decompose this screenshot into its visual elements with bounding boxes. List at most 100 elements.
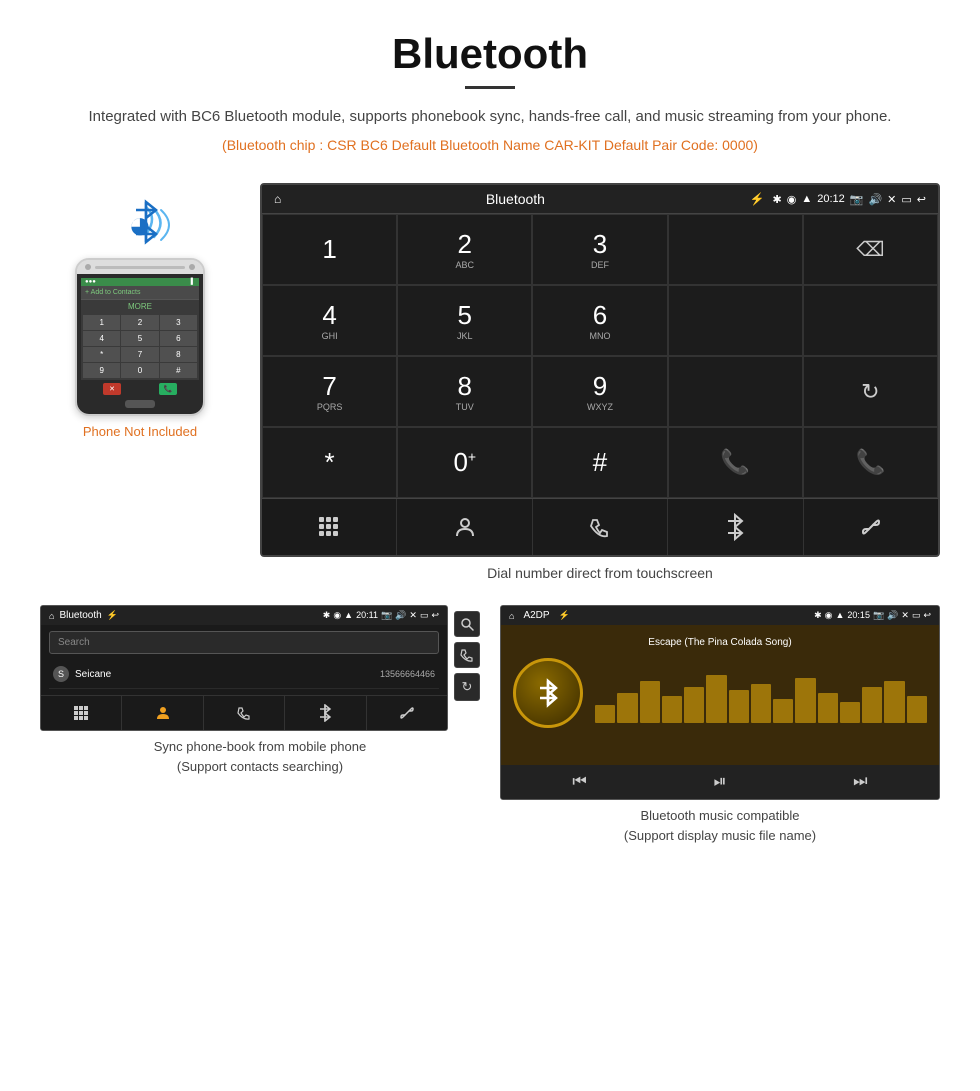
camera-icon: 📷	[850, 193, 864, 206]
pb-back-icon: ↩	[431, 610, 439, 621]
pb-phone-icon	[237, 706, 251, 720]
phone-key-1: 1	[83, 315, 120, 330]
music-controls: ⏮ ⏯ ⏭	[501, 765, 939, 799]
phonebook-layout: ⌂ Bluetooth ⚡ ✱ ◉ ▲ 20:11 📷 🔊 ✕ ▭ ↩	[40, 605, 480, 731]
dial-key-4[interactable]: 4 GHI	[262, 285, 397, 356]
dial-key-empty-2	[668, 285, 803, 356]
toolbar-contacts-btn[interactable]	[397, 499, 532, 555]
phone-key-star: *	[83, 347, 120, 362]
contact-initial: S	[53, 666, 69, 682]
key-num-6: 6	[593, 300, 607, 331]
pb-toolbar-person-btn[interactable]	[122, 696, 203, 730]
dial-key-hash[interactable]: #	[532, 427, 667, 498]
bt-symbol-svg	[128, 198, 164, 246]
dial-key-call-green[interactable]: 📞	[668, 427, 803, 498]
dial-key-star[interactable]: *	[262, 427, 397, 498]
dial-key-9[interactable]: 9 WXYZ	[532, 356, 667, 427]
dial-key-3[interactable]: 3 DEF	[532, 214, 667, 285]
toolbar-call-btn[interactable]	[533, 499, 668, 555]
key-num-4: 4	[322, 300, 336, 331]
phone-call-btn: 📞	[159, 383, 177, 395]
pb-status-right: ✱ ◉ ▲ 20:11 📷 🔊 ✕ ▭ ↩	[323, 610, 439, 621]
phone-key-7: 7	[121, 347, 158, 362]
dial-key-empty-1	[668, 214, 803, 285]
dial-key-0[interactable]: 0+	[397, 427, 532, 498]
grid-icon	[318, 516, 340, 538]
dial-key-5[interactable]: 5 JKL	[397, 285, 532, 356]
phonebook-right-buttons: ↻	[454, 605, 480, 731]
phonebook-screen-wrap: ⌂ Bluetooth ⚡ ✱ ◉ ▲ 20:11 📷 🔊 ✕ ▭ ↩	[40, 605, 480, 845]
music-screen-title: A2DP	[523, 610, 549, 621]
pb-toolbar-grid-btn[interactable]	[41, 696, 122, 730]
layout-icon: ▭	[901, 193, 911, 206]
music-play-pause-btn[interactable]: ⏯	[714, 773, 727, 791]
dial-key-7[interactable]: 7 PQRS	[262, 356, 397, 427]
dial-key-2[interactable]: 2 ABC	[397, 214, 532, 285]
backspace-icon: ⌫	[856, 237, 884, 262]
phone-not-included-label: Phone Not Included	[83, 424, 197, 439]
music-equalizer	[595, 663, 927, 723]
phonebook-car-screen: ⌂ Bluetooth ⚡ ✱ ◉ ▲ 20:11 📷 🔊 ✕ ▭ ↩	[40, 605, 448, 731]
dial-key-call-red[interactable]: 📞	[803, 427, 938, 498]
location-icon: ◉	[787, 193, 797, 206]
phone-carrier: ●●●	[85, 279, 96, 285]
page-title: Bluetooth	[60, 30, 920, 78]
key-letters-5: JKL	[457, 331, 473, 341]
pb-screen-title: Bluetooth	[59, 610, 101, 621]
dial-key-8[interactable]: 8 TUV	[397, 356, 532, 427]
dial-key-refresh[interactable]: ↻	[803, 356, 938, 427]
dial-key-6[interactable]: 6 MNO	[532, 285, 667, 356]
pb-toolbar-call-btn[interactable]	[204, 696, 285, 730]
phonebook-bottom-toolbar	[41, 695, 447, 730]
pb-x-icon: ✕	[409, 610, 417, 621]
refresh-side-icon: ↻	[462, 679, 473, 695]
key-num-2: 2	[458, 229, 472, 260]
toolbar-bluetooth-btn[interactable]	[668, 499, 803, 555]
phone-status-bar: ●●● ▌	[81, 278, 199, 286]
search-placeholder: Search	[58, 637, 90, 648]
key-num-5: 5	[458, 300, 472, 331]
phone-key-4: 4	[83, 331, 120, 346]
search-bar[interactable]: Search	[49, 631, 439, 654]
call-green-icon: 📞	[720, 448, 750, 477]
key-letters-6: MNO	[589, 331, 610, 341]
music-loc-icon: ◉	[825, 610, 833, 621]
dial-key-backspace[interactable]: ⌫	[803, 214, 938, 285]
key-num-9: 9	[593, 371, 607, 402]
phone-key-5: 5	[121, 331, 158, 346]
phone-icon	[589, 516, 611, 538]
pb-time: 20:11	[356, 610, 378, 621]
music-prev-btn[interactable]: ⏮	[572, 773, 586, 791]
toolbar-link-btn[interactable]	[804, 499, 938, 555]
key-num-8: 8	[458, 371, 472, 402]
phone-key-9: 9	[83, 363, 120, 378]
dial-caption: Dial number direct from touchscreen	[260, 565, 940, 581]
music-next-btn[interactable]: ⏭	[853, 773, 867, 791]
pb-bt-icon: ✱	[323, 610, 331, 621]
phone-battery: ▌	[191, 279, 195, 285]
refresh-side-btn[interactable]: ↻	[454, 673, 480, 701]
contact-row[interactable]: S Seicane 13566664466	[49, 660, 439, 689]
phone-key-3: 3	[160, 315, 197, 330]
key-letters-8: TUV	[456, 402, 474, 412]
toolbar-dialpad-btn[interactable]	[262, 499, 397, 555]
bluetooth-status-icon: ✱	[773, 193, 782, 206]
pb-lay-icon: ▭	[420, 610, 429, 621]
pb-toolbar-bt-btn[interactable]	[285, 696, 366, 730]
dial-key-1[interactable]: 1	[262, 214, 397, 285]
music-usb-icon: ⚡	[559, 610, 570, 621]
phone-dialpad: 1 2 3 4 5 6 * 7 8 9 0 #	[81, 313, 199, 380]
key-letters-4: GHI	[322, 331, 338, 341]
music-song-title: Escape (The Pina Colada Song)	[648, 637, 791, 648]
back-icon: ↩	[917, 193, 926, 206]
bluetooth-toolbar-icon	[724, 513, 746, 541]
phone-mockup: ●●● ▌ + Add to Contacts MORE 1 2 3 4 5 6…	[75, 258, 205, 416]
call-side-btn[interactable]	[454, 642, 480, 668]
page-header: Bluetooth Integrated with BC6 Bluetooth …	[0, 0, 980, 183]
car-screen: ⌂ Bluetooth ⚡ ✱ ◉ ▲ 20:12 📷 🔊 ✕ ▭ ↩	[260, 183, 940, 557]
search-btn[interactable]	[454, 611, 480, 637]
key-letters-3: DEF	[591, 260, 609, 270]
pb-usb-icon: ⚡	[107, 610, 118, 621]
search-icon	[460, 617, 474, 631]
pb-toolbar-link-btn[interactable]	[367, 696, 447, 730]
